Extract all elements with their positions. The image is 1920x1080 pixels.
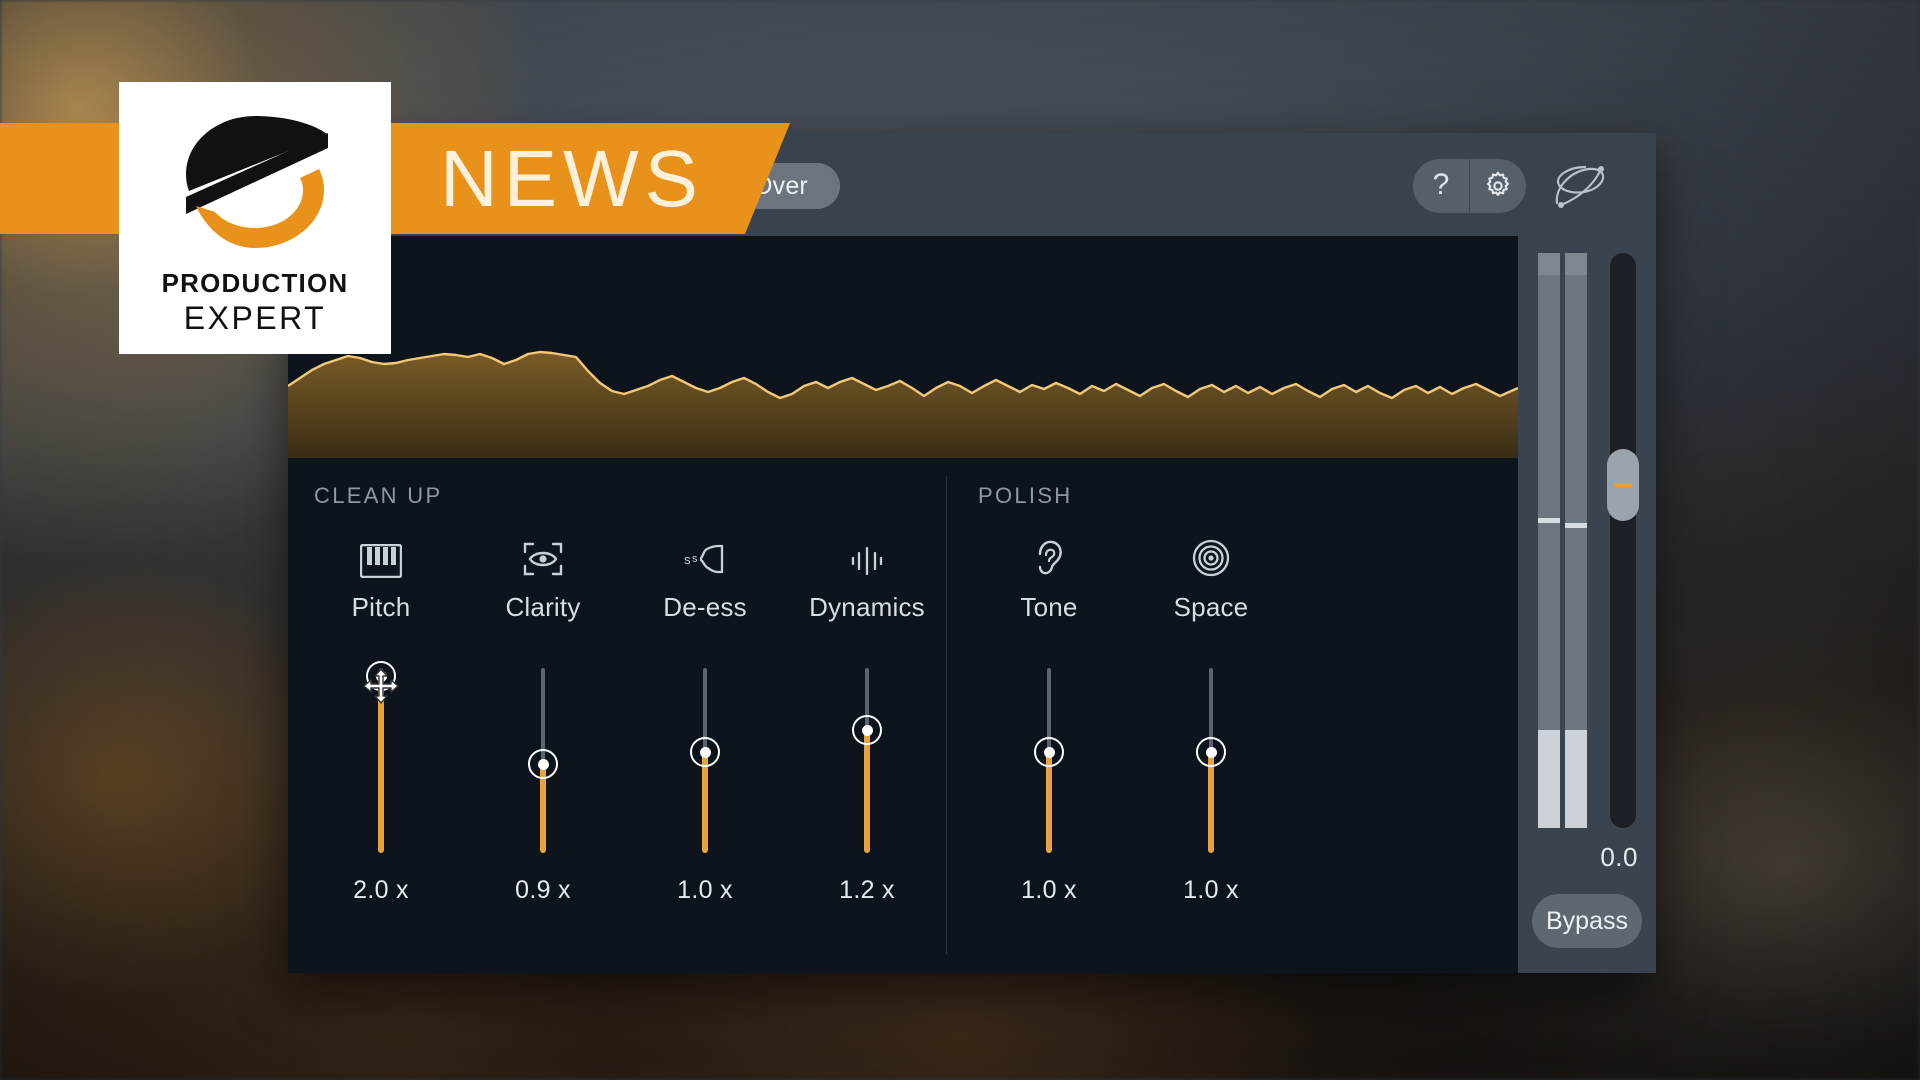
- slider-knob-space[interactable]: [1196, 737, 1226, 767]
- svg-text:s: s: [684, 552, 691, 567]
- slider-fill-pitch: [378, 676, 384, 853]
- help-settings-pill: ?: [1413, 159, 1526, 213]
- help-button[interactable]: ?: [1413, 159, 1469, 213]
- slider-value-space: 1.0 x: [1183, 876, 1239, 904]
- output-gain-fader[interactable]: [1607, 253, 1639, 828]
- module-pitch[interactable]: Pitch: [306, 534, 456, 623]
- slider-clarity[interactable]: [468, 668, 618, 868]
- module-name-dynamics: Dynamics: [809, 592, 925, 622]
- slider-knob-de-ess[interactable]: [690, 737, 720, 767]
- slider-fill-space: [1208, 752, 1214, 853]
- meter-peak-hold-left: [1538, 517, 1560, 523]
- output-level-meters: [1538, 253, 1588, 828]
- module-clarity[interactable]: Clarity: [468, 534, 618, 623]
- spectrum-curve: [288, 350, 1518, 458]
- settings-button[interactable]: [1470, 159, 1526, 213]
- section-label-polish: POLISH: [978, 483, 1073, 508]
- izotope-squiggle-logo: [1555, 165, 1605, 208]
- slider-value-clarity: 0.9 x: [515, 876, 571, 904]
- output-gain-value: 0.0: [1600, 842, 1638, 872]
- slider-pitch[interactable]: [306, 661, 456, 868]
- slider-knob-dynamics[interactable]: [852, 715, 882, 745]
- meter-level-left: [1538, 730, 1560, 828]
- logo-word-production: PRODUCTION: [161, 268, 349, 298]
- slider-value-tone: 1.0 x: [1021, 876, 1077, 904]
- production-expert-logo-card: PRODUCTION EXPERT: [119, 82, 391, 354]
- eye-scan-icon: [522, 534, 564, 578]
- meter-level-right: [1565, 730, 1587, 828]
- concentric-circles-icon: [1191, 534, 1231, 578]
- izotope-nectar-plugin-window: Start Over ?: [288, 133, 1656, 973]
- slider-value-pitch: 2.0 x: [353, 876, 409, 904]
- slider-knob-clarity[interactable]: [528, 749, 558, 779]
- logo-word-expert: EXPERT: [183, 300, 327, 336]
- bypass-button[interactable]: Bypass: [1532, 894, 1642, 948]
- question-mark-icon: ?: [1432, 168, 1450, 201]
- production-expert-e-mark-icon: [186, 116, 328, 248]
- svg-text:s: s: [692, 553, 698, 565]
- gear-icon: [1486, 171, 1510, 197]
- meter-channel-left: [1538, 253, 1560, 828]
- slider-fill-de-ess: [702, 752, 708, 853]
- meter-peak-hold-right: [1565, 523, 1587, 529]
- module-name-space: Space: [1173, 592, 1249, 622]
- module-tone[interactable]: Tone: [974, 534, 1124, 623]
- sibilance-face-icon: s s: [682, 534, 728, 578]
- section-label-clean-up: CLEAN UP: [314, 483, 443, 508]
- news-banner-label: NEWS: [440, 133, 704, 223]
- module-dynamics[interactable]: Dynamics: [792, 534, 942, 623]
- module-name-clarity: Clarity: [505, 592, 581, 622]
- module-name-tone: Tone: [1020, 592, 1078, 622]
- section-divider: [946, 476, 947, 954]
- output-rail: 0.0 Bypass: [1518, 236, 1656, 973]
- meter-headroom-right: [1565, 253, 1587, 275]
- module-de-ess[interactable]: s s De-ess: [630, 534, 780, 623]
- slider-tone[interactable]: [974, 668, 1124, 868]
- modules-panel: CLEAN UP POLISH Pitch 2.0 x Clarity 0.9 …: [288, 458, 1518, 973]
- module-name-pitch: Pitch: [351, 592, 411, 622]
- slider-value-de-ess: 1.0 x: [677, 876, 733, 904]
- piano-keys-icon: [360, 534, 402, 578]
- spectrum-analyzer-display: [288, 236, 1518, 458]
- ear-icon: [1031, 534, 1067, 578]
- header-right-controls: ?: [1413, 158, 1614, 214]
- fader-handle[interactable]: [1607, 448, 1639, 521]
- slider-dynamics[interactable]: [792, 668, 942, 868]
- slider-knob-pitch[interactable]: [366, 661, 396, 691]
- slider-knob-tone[interactable]: [1034, 737, 1064, 767]
- slider-fill-dynamics: [864, 730, 870, 853]
- module-name-de-ess: De-ess: [663, 592, 747, 622]
- slider-space[interactable]: [1136, 668, 1286, 868]
- slider-de-ess[interactable]: [630, 668, 780, 868]
- meter-channel-right: [1565, 253, 1587, 828]
- meter-headroom-left: [1538, 253, 1560, 275]
- slider-fill-tone: [1046, 752, 1052, 853]
- slider-value-dynamics: 1.2 x: [839, 876, 895, 904]
- izotope-brand-button[interactable]: [1548, 158, 1614, 214]
- bypass-label: Bypass: [1546, 906, 1628, 935]
- waveform-bars-icon: [846, 534, 888, 578]
- module-space[interactable]: Space: [1136, 534, 1286, 623]
